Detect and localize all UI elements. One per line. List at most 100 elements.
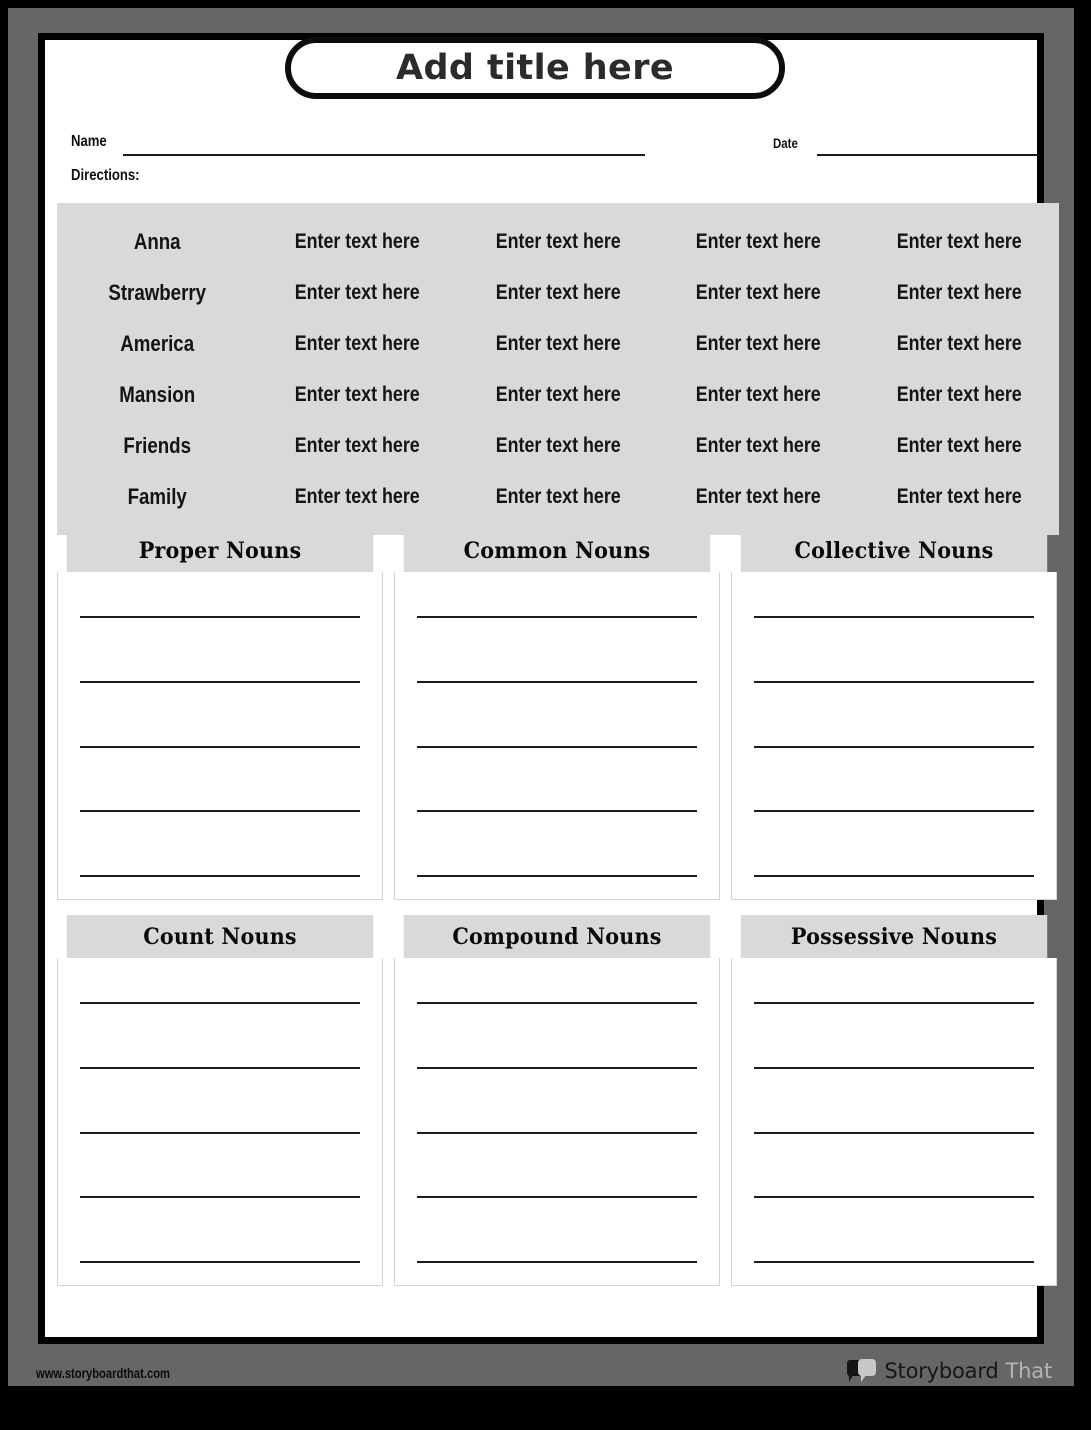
brand-name-main: Storyboard <box>884 1359 999 1383</box>
category-box-count-nouns: Count Nouns <box>57 915 383 1286</box>
entry-cell[interactable]: Enter text here <box>272 281 442 305</box>
entry-cell[interactable]: Enter text here <box>673 434 843 458</box>
category-box-collective-nouns: Collective Nouns <box>731 529 1057 900</box>
entry-cell[interactable]: Enter text here <box>673 281 843 305</box>
entry-cell[interactable]: Enter text here <box>874 434 1044 458</box>
answer-line[interactable] <box>80 616 360 618</box>
answer-line[interactable] <box>417 1196 697 1199</box>
answer-line[interactable] <box>754 1196 1034 1199</box>
entry-cell[interactable]: Enter text here <box>473 281 643 305</box>
entry-cell[interactable]: Enter text here <box>874 332 1044 356</box>
directions-label: Directions: <box>71 167 140 184</box>
category-box-compound-nouns: Compound Nouns <box>394 915 720 1286</box>
entry-cell[interactable]: Enter text here <box>473 434 643 458</box>
brand-name-sub: That <box>1005 1359 1053 1383</box>
answer-line[interactable] <box>80 1261 360 1263</box>
table-row: Anna Enter text here Enter text here Ent… <box>57 216 1059 267</box>
answer-line[interactable] <box>417 1131 697 1134</box>
answer-line[interactable] <box>417 875 697 877</box>
entry-cell[interactable]: Enter text here <box>272 383 442 407</box>
date-label: Date <box>773 135 798 151</box>
answer-line[interactable] <box>80 1196 360 1199</box>
table-row: Mansion Enter text here Enter text here … <box>57 369 1059 420</box>
speech-bubbles-icon <box>847 1358 877 1384</box>
category-answer-area[interactable] <box>57 958 383 1286</box>
answer-line[interactable] <box>417 1066 697 1069</box>
word-cell: Friends <box>123 432 191 458</box>
answer-line[interactable] <box>417 1261 697 1263</box>
entry-cell[interactable]: Enter text here <box>473 332 643 356</box>
entry-cell[interactable]: Enter text here <box>874 485 1044 509</box>
entry-cell[interactable]: Enter text here <box>673 485 843 509</box>
storyboardthat-logo[interactable]: Storyboard That <box>847 1358 1052 1384</box>
answer-line[interactable] <box>417 745 697 748</box>
category-answer-area[interactable] <box>57 572 383 900</box>
category-title: Count Nouns <box>66 915 374 958</box>
entry-cell[interactable]: Enter text here <box>673 332 843 356</box>
category-title: Possessive Nouns <box>740 915 1048 958</box>
answer-line[interactable] <box>417 810 697 813</box>
answer-line[interactable] <box>754 616 1034 618</box>
answer-line[interactable] <box>80 875 360 877</box>
worksheet-title-field[interactable]: Add title here <box>285 37 785 99</box>
category-answer-area[interactable] <box>394 572 720 900</box>
category-answer-area[interactable] <box>731 572 1057 900</box>
page-title: Add title here <box>395 47 674 88</box>
footer-website-url[interactable]: www.storyboardthat.com <box>36 1365 170 1381</box>
worksheet-page: Name Date Directions: Anna Enter text he… <box>38 33 1059 1344</box>
category-grid: Proper Nouns Common Nouns Collective Nou… <box>57 529 1059 1286</box>
word-bank-table: Anna Enter text here Enter text here Ent… <box>57 203 1059 535</box>
table-row: Strawberry Enter text here Enter text he… <box>57 267 1059 318</box>
answer-line[interactable] <box>754 875 1034 877</box>
entry-cell[interactable]: Enter text here <box>473 383 643 407</box>
category-title: Collective Nouns <box>740 529 1048 572</box>
answer-line[interactable] <box>754 810 1034 813</box>
answer-line[interactable] <box>80 1066 360 1069</box>
student-info-row: Name Date <box>45 126 1039 164</box>
category-answer-area[interactable] <box>394 958 720 1286</box>
entry-cell[interactable]: Enter text here <box>473 230 643 254</box>
answer-line[interactable] <box>417 680 697 683</box>
category-box-possessive-nouns: Possessive Nouns <box>731 915 1057 1286</box>
category-answer-area[interactable] <box>731 958 1057 1286</box>
answer-line[interactable] <box>80 1002 360 1004</box>
entry-cell[interactable]: Enter text here <box>272 332 442 356</box>
answer-line[interactable] <box>754 1261 1034 1263</box>
answer-line[interactable] <box>80 745 360 748</box>
entry-cell[interactable]: Enter text here <box>874 281 1044 305</box>
answer-line[interactable] <box>754 1131 1034 1134</box>
category-box-common-nouns: Common Nouns <box>394 529 720 900</box>
category-title: Proper Nouns <box>66 529 374 572</box>
word-cell: Mansion <box>119 381 196 407</box>
worksheet-frame: Name Date Directions: Anna Enter text he… <box>8 8 1074 1386</box>
category-title: Compound Nouns <box>403 915 711 958</box>
answer-line[interactable] <box>754 745 1034 748</box>
answer-line[interactable] <box>754 1002 1034 1004</box>
name-input-line[interactable] <box>123 154 645 156</box>
date-input-line[interactable] <box>817 154 1039 156</box>
word-cell: America <box>120 330 195 356</box>
category-box-proper-nouns: Proper Nouns <box>57 529 383 900</box>
table-row: Family Enter text here Enter text here E… <box>57 471 1059 522</box>
answer-line[interactable] <box>80 1131 360 1134</box>
entry-cell[interactable]: Enter text here <box>473 485 643 509</box>
word-cell: Strawberry <box>108 279 207 305</box>
category-title: Common Nouns <box>403 529 711 572</box>
word-cell: Anna <box>133 228 181 254</box>
entry-cell[interactable]: Enter text here <box>874 230 1044 254</box>
entry-cell[interactable]: Enter text here <box>673 383 843 407</box>
answer-line[interactable] <box>417 616 697 618</box>
table-row: Friends Enter text here Enter text here … <box>57 420 1059 471</box>
table-row: America Enter text here Enter text here … <box>57 318 1059 369</box>
answer-line[interactable] <box>80 810 360 813</box>
entry-cell[interactable]: Enter text here <box>272 230 442 254</box>
word-cell: Family <box>127 483 187 509</box>
answer-line[interactable] <box>80 680 360 683</box>
entry-cell[interactable]: Enter text here <box>874 383 1044 407</box>
entry-cell[interactable]: Enter text here <box>272 434 442 458</box>
answer-line[interactable] <box>754 1066 1034 1069</box>
answer-line[interactable] <box>754 680 1034 683</box>
entry-cell[interactable]: Enter text here <box>673 230 843 254</box>
answer-line[interactable] <box>417 1002 697 1004</box>
entry-cell[interactable]: Enter text here <box>272 485 442 509</box>
